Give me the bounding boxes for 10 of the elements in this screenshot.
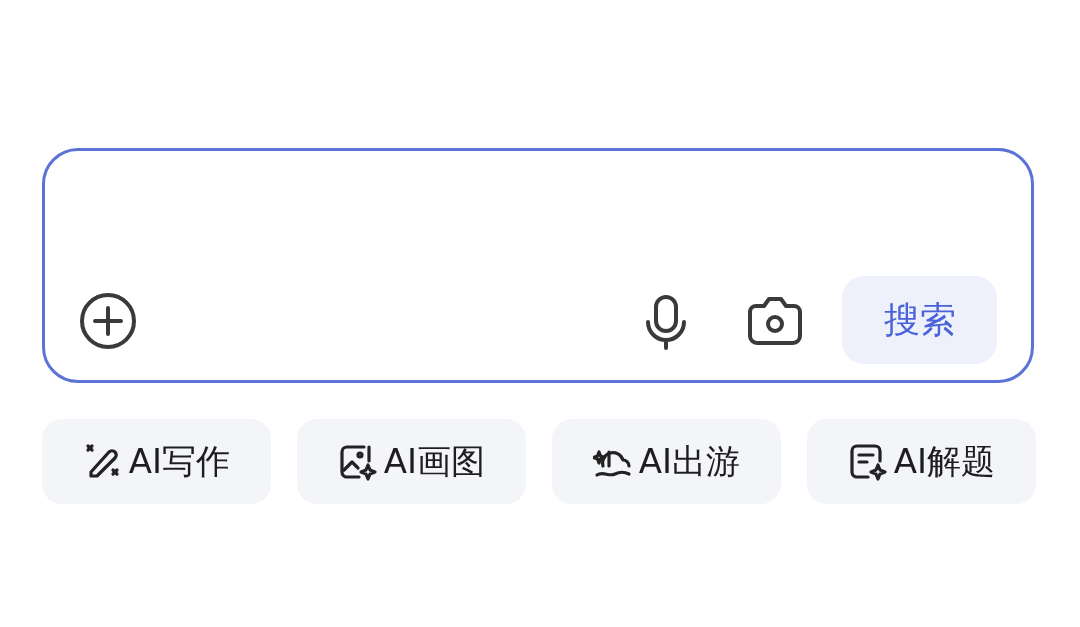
shortcut-chip[interactable]: AI画图: [297, 419, 526, 504]
shortcut-chip[interactable]: AI出游: [552, 419, 781, 504]
camera-icon[interactable]: [746, 296, 804, 346]
shortcut-chip[interactable]: AI写作: [42, 419, 271, 504]
search-box[interactable]: 搜索: [42, 148, 1034, 383]
shortcut-chip[interactable]: AI解题: [807, 419, 1036, 504]
add-icon[interactable]: [79, 292, 137, 350]
document-sparkle-icon: [847, 441, 888, 482]
search-button[interactable]: 搜索: [842, 276, 997, 364]
microphone-icon[interactable]: [644, 294, 688, 350]
